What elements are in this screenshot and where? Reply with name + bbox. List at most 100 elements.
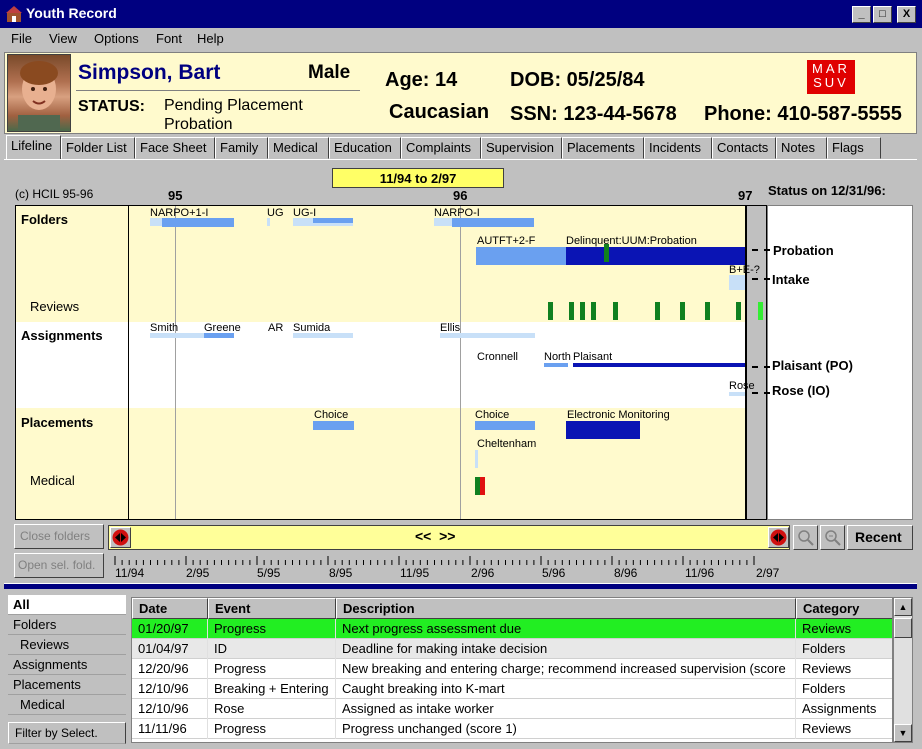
review-marker[interactable] [569, 302, 574, 320]
review-marker[interactable] [655, 302, 660, 320]
column-header-description[interactable]: Description [336, 598, 796, 619]
folder-bar[interactable] [162, 218, 234, 227]
scroll-arrows-label[interactable]: << >> [415, 528, 455, 544]
filter-folders[interactable]: Folders [8, 615, 126, 635]
menu-font[interactable]: Font [156, 31, 182, 46]
tab-medical[interactable]: Medical [268, 137, 329, 159]
tab-flags[interactable]: Flags [827, 137, 881, 159]
assignment-bar[interactable] [440, 333, 535, 338]
recent-button[interactable]: Recent [847, 525, 913, 550]
assignment-bar[interactable] [293, 333, 353, 338]
assignment-bar[interactable] [544, 363, 568, 367]
filter-all[interactable]: All [8, 595, 126, 615]
folder-bar[interactable] [267, 218, 270, 226]
scroll-thumb[interactable] [894, 618, 912, 638]
folder-bar[interactable] [476, 247, 566, 265]
tab-complaints[interactable]: Complaints [401, 137, 481, 159]
folder-bar[interactable] [313, 218, 353, 223]
filter-medical[interactable]: Medical [8, 695, 126, 715]
folder-bar[interactable] [452, 218, 534, 227]
scroll-up-icon[interactable]: ▲ [894, 598, 912, 616]
minimize-button[interactable]: _ [852, 6, 871, 23]
medical-marker[interactable] [480, 477, 485, 495]
menu-help[interactable]: Help [197, 31, 224, 46]
status-pane: Probation Intake Plaisant (PO) Rose (IO) [752, 205, 913, 520]
person-name: Simpson, Bart [78, 61, 221, 84]
table-cell: Assigned as intake worker [336, 699, 796, 719]
menu-options[interactable]: Options [94, 31, 139, 46]
menu-view[interactable]: View [49, 31, 77, 46]
table-cell: 12/10/96 [132, 699, 208, 719]
filter-reviews[interactable]: Reviews [8, 635, 126, 655]
assignment-bar[interactable] [150, 333, 205, 338]
tab-placements[interactable]: Placements [562, 137, 644, 159]
menu-file[interactable]: File [11, 31, 32, 46]
zoom-out-icon[interactable] [793, 525, 818, 550]
filter-assignments[interactable]: Assignments [8, 655, 126, 675]
table-row[interactable]: 12/20/96 Progress New breaking and enterin… [132, 659, 892, 679]
assignment-bar[interactable] [573, 363, 745, 367]
scroll-left-icon[interactable] [110, 527, 131, 548]
status-connector [752, 249, 770, 251]
review-marker[interactable] [591, 302, 596, 320]
table-row[interactable]: 11/11/96 Progress Progress unchanged (scor… [132, 719, 892, 739]
review-marker[interactable] [580, 302, 585, 320]
column-header-category[interactable]: Category [796, 598, 892, 619]
row-label-folders: Folders [21, 212, 68, 227]
tab-contacts[interactable]: Contacts [712, 137, 776, 159]
close-button[interactable]: X [897, 6, 916, 23]
tab-education[interactable]: Education [329, 137, 401, 159]
lifeline-timeline[interactable]: Folders Reviews Assignments Placements M… [15, 205, 767, 520]
table-row[interactable]: 01/20/97 Progress Next progress assessment… [132, 619, 892, 639]
placement-bar[interactable] [475, 421, 535, 430]
status-plaisant: Plaisant (PO) [772, 358, 853, 373]
scroll-right-icon[interactable] [768, 527, 789, 548]
tab-folder-list[interactable]: Folder List [61, 137, 135, 159]
zoom-in-icon[interactable] [820, 525, 845, 550]
assignment-bar[interactable] [204, 333, 234, 338]
table-scrollbar[interactable]: ▲ ▼ [893, 597, 913, 743]
column-header-date[interactable]: Date [132, 598, 208, 619]
tab-incidents[interactable]: Incidents [644, 137, 712, 159]
review-marker[interactable] [758, 302, 763, 320]
scroll-down-icon[interactable]: ▼ [894, 724, 912, 742]
table-row[interactable]: 12/10/96 Rose Assigned as intake worker Ass… [132, 699, 892, 719]
assignment-bar[interactable] [729, 392, 745, 396]
pane-splitter[interactable] [4, 583, 917, 589]
folder-bar[interactable] [729, 275, 745, 290]
tab-face-sheet[interactable]: Face Sheet [135, 137, 215, 159]
review-marker[interactable] [613, 302, 618, 320]
status-header: Status on 12/31/96: [768, 183, 886, 198]
person-phone: Phone: 410-587-5555 [704, 103, 902, 125]
time-axis[interactable]: 11/94 2/95 5/95 8/95 11/95 2/96 5/96 8/9… [108, 556, 790, 580]
tab-supervision[interactable]: Supervision [481, 137, 562, 159]
event-marker[interactable] [604, 244, 609, 262]
review-marker[interactable] [548, 302, 553, 320]
placement-bar[interactable] [566, 421, 640, 439]
tab-notes[interactable]: Notes [776, 137, 827, 159]
filter-placements[interactable]: Placements [8, 675, 126, 695]
close-folders-button[interactable]: Close folders [14, 524, 104, 549]
placement-bar[interactable] [475, 450, 478, 468]
table-row[interactable]: 12/10/96 Breaking + Entering Caught breaki… [132, 679, 892, 699]
table-cell: Progress [208, 719, 336, 739]
row-label-placements: Placements [21, 415, 94, 430]
menu-bar: File View Options Font Help [0, 28, 922, 50]
assignment-label: North [544, 351, 571, 363]
review-marker[interactable] [680, 302, 685, 320]
folder-bar[interactable] [566, 247, 745, 265]
tab-family[interactable]: Family [215, 137, 268, 159]
tab-lifeline[interactable]: Lifeline [6, 135, 61, 159]
copyright-text: (c) HCIL 95-96 [15, 187, 94, 201]
axis-tick-label: 2/96 [471, 566, 495, 580]
column-header-event[interactable]: Event [208, 598, 336, 619]
filter-by-select-button[interactable]: Filter by Select. [8, 722, 126, 744]
table-row[interactable]: 01/04/97 ID Deadline for making intake dec… [132, 639, 892, 659]
year-97-boundary [745, 206, 766, 519]
review-marker[interactable] [705, 302, 710, 320]
open-selected-folder-button[interactable]: Open sel. fold. [14, 553, 104, 578]
status-line2: Probation [164, 116, 233, 133]
maximize-button[interactable]: □ [873, 6, 892, 23]
placement-bar[interactable] [313, 421, 354, 430]
review-marker[interactable] [736, 302, 741, 320]
